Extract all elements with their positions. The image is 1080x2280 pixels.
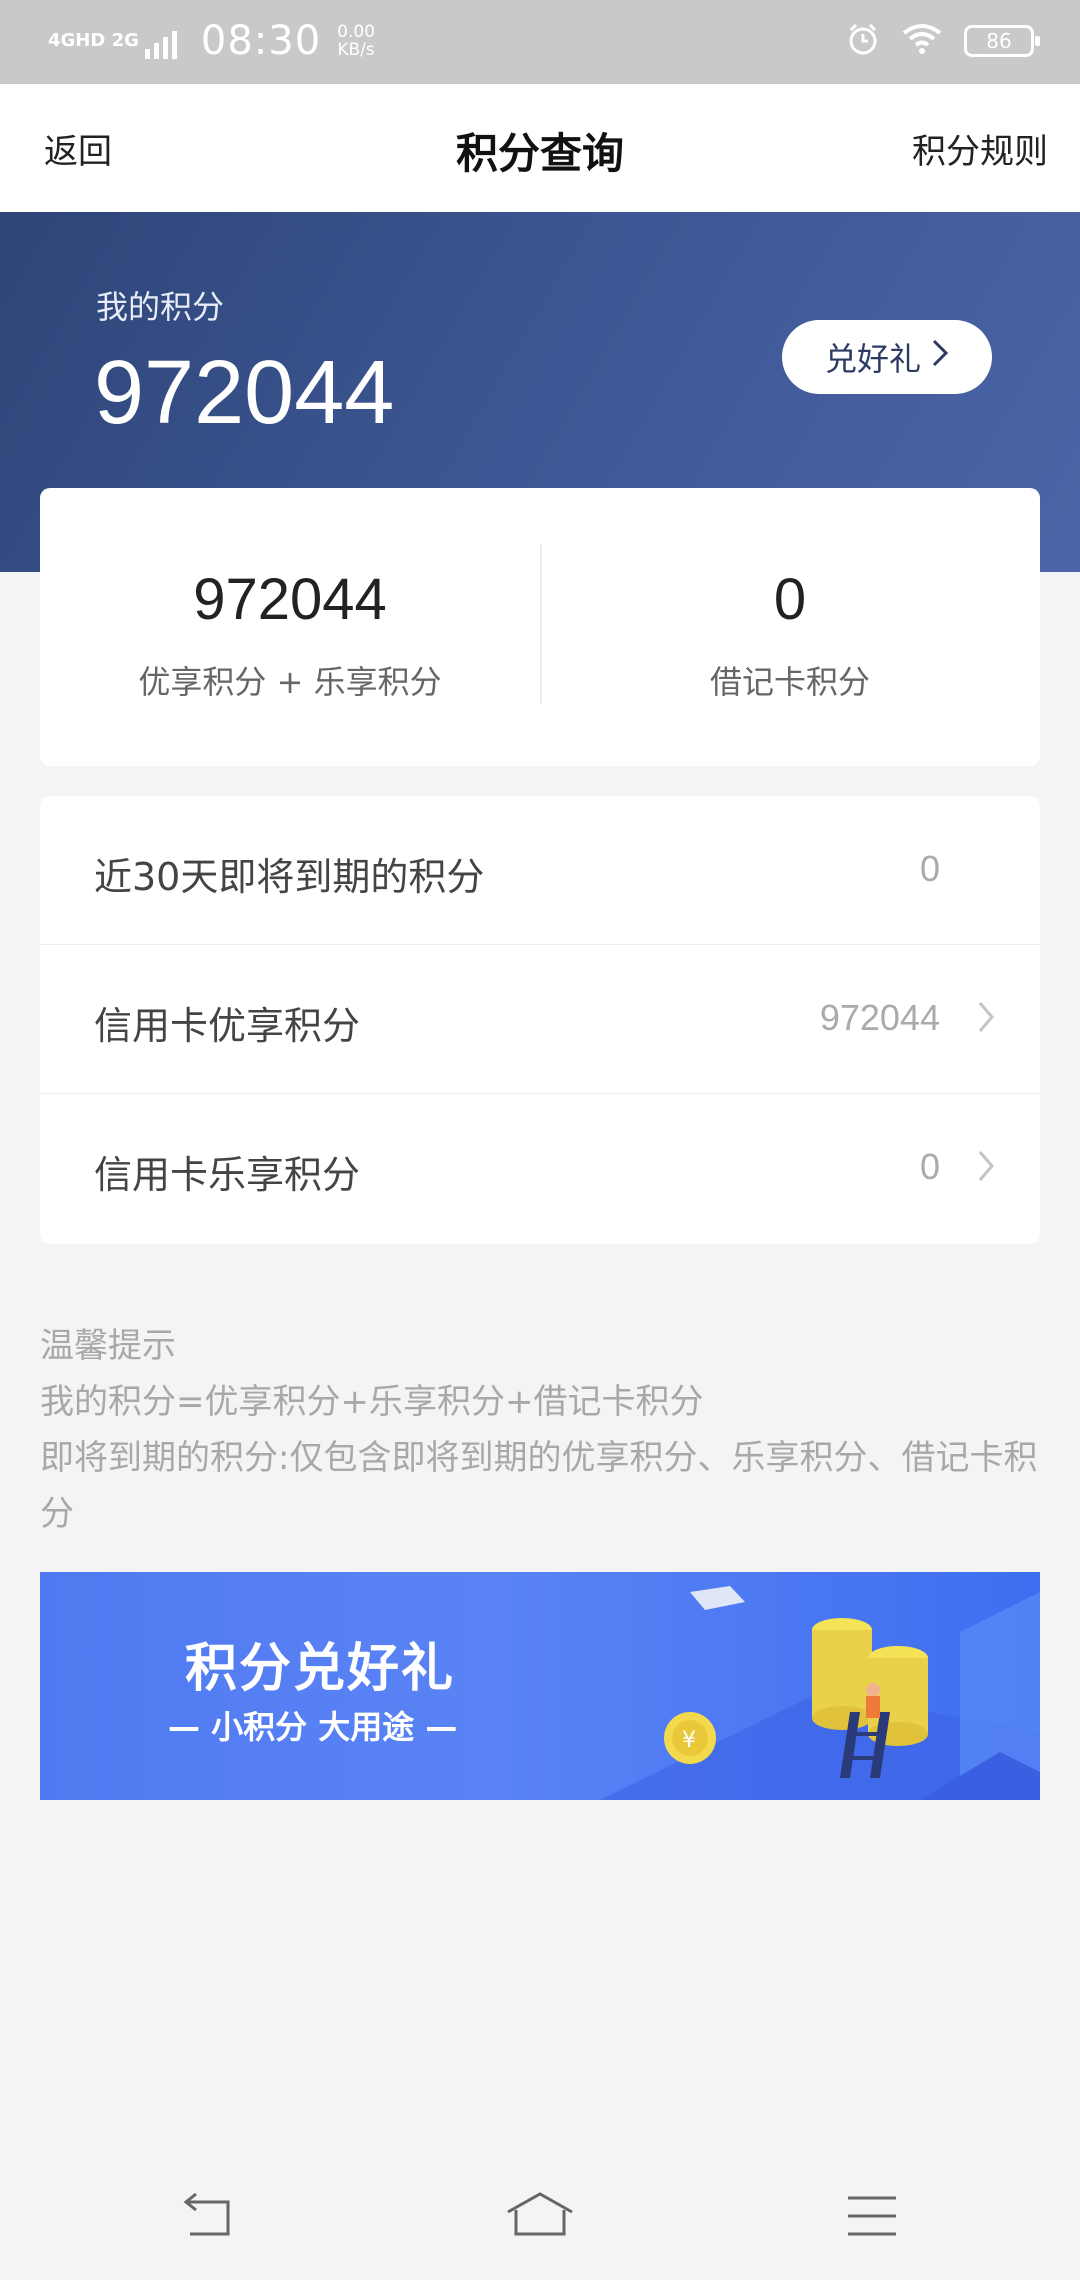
credit-joy-points-value: 0 [919,1146,940,1187]
redeem-gift-banner[interactable]: ¥ 积分兑好礼 — 小积分 大用途 — [40,1572,1040,1800]
svg-text:¥: ¥ [682,1728,696,1753]
home-nav-icon[interactable] [504,2190,576,2244]
list-item-credit-premium-points[interactable]: 信用卡优享积分 972044 [40,945,1040,1094]
menu-nav-icon[interactable] [844,2190,900,2244]
battery-indicator: 86 [964,25,1040,57]
credit-joy-points-label: 信用卡乐享积分 [94,1153,361,1197]
redeem-gift-label: 兑好礼 [824,340,921,378]
expiring-points-value: 0 [919,848,940,889]
points-rules-link[interactable]: 积分规则 [912,124,1048,173]
banner-title: 积分兑好礼 [185,1639,456,1699]
tips-line-1: 我的积分=优享积分+乐享积分+借记卡积分 [40,1382,704,1422]
summary-debit-points: 0 借记卡积分 [540,488,1040,766]
debit-points-label: 借记卡积分 [709,663,870,701]
list-item-expiring-points: 近30天即将到期的积分 0 [40,796,1040,945]
redeem-gift-button[interactable]: 兑好礼 [782,320,992,394]
points-detail-list: 近30天即将到期的积分 0 信用卡优享积分 972044 信用卡乐享积分 0 [40,796,1040,1244]
nav-bar: 返回 积分查询 积分规则 [0,84,1080,212]
status-right: 86 [824,22,1040,60]
credit-premium-points-value: 972044 [819,997,940,1038]
alarm-icon [846,22,880,60]
chevron-right-icon [976,1146,996,1190]
status-left: 4GHD 2G 08:30 0.00 KB/s [48,18,375,64]
warm-tips: 温馨提示 我的积分=优享积分+乐享积分+借记卡积分 即将到期的积分:仅包含即将到… [40,1318,1040,1542]
my-points-value: 972044 [94,343,395,443]
summary-credit-points: 972044 优享积分 + 乐享积分 [40,488,540,766]
clock: 08:30 [200,18,322,64]
credit-points-value: 972044 [193,567,387,632]
points-summary-card: 972044 优享积分 + 乐享积分 0 借记卡积分 [40,488,1040,766]
status-bar: 4GHD 2G 08:30 0.00 KB/s 86 [0,0,1080,84]
tips-line-2: 即将到期的积分:仅包含即将到期的优享积分、乐享积分、借记卡积分 [40,1438,1038,1534]
speed-value: 0.00 [337,22,376,42]
speed-unit: KB/s [337,40,375,60]
points-query-page: 4GHD 2G 08:30 0.00 KB/s 86 返回 积分查询 积分规则 [0,0,1080,2280]
credit-points-label: 优享积分 + 乐享积分 [138,663,442,701]
banner-subtitle: — 小积分 大用途 — [168,1708,458,1746]
network-speed: 0.00 KB/s [337,23,375,59]
network-type: 4GHD 2G [48,30,139,51]
chevron-right-icon [931,337,949,377]
system-nav-bar [0,2180,1080,2280]
chevron-right-icon [976,997,996,1041]
expiring-points-label: 近30天即将到期的积分 [94,855,485,899]
credit-premium-points-label: 信用卡优享积分 [94,1004,361,1048]
debit-points-value: 0 [773,567,807,632]
back-nav-icon[interactable] [180,2190,236,2244]
list-item-credit-joy-points[interactable]: 信用卡乐享积分 0 [40,1094,1040,1243]
wifi-icon [902,23,942,59]
tips-heading: 温馨提示 [40,1326,176,1366]
my-points-label: 我的积分 [96,288,225,326]
signal-icon [144,23,181,59]
